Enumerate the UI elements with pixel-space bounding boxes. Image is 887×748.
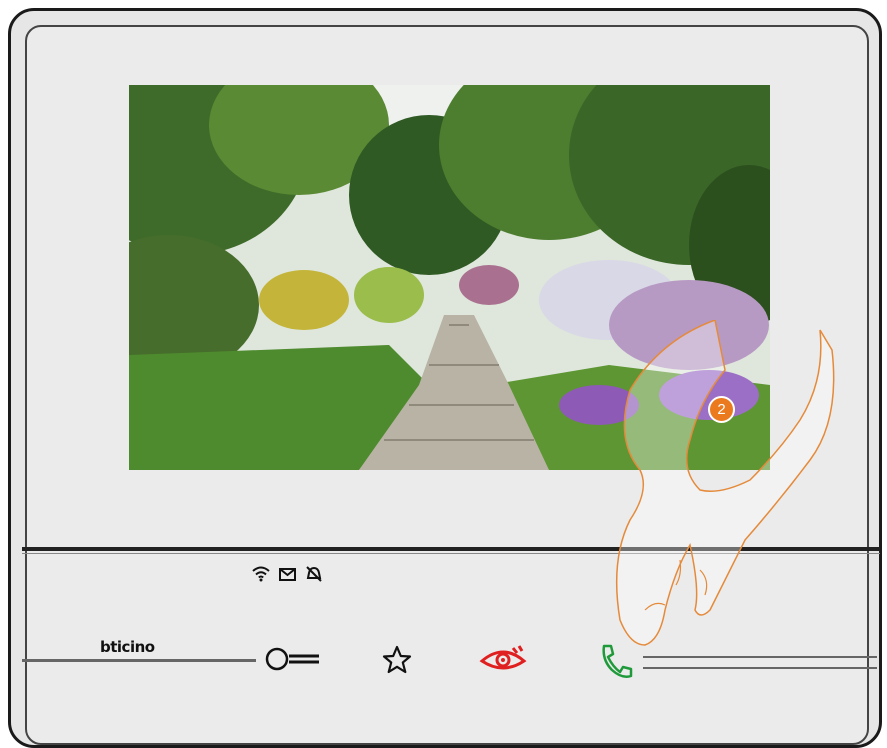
status-bar (252, 566, 323, 587)
key-icon (265, 646, 321, 677)
panel-divider (22, 547, 880, 551)
bell-muted-icon (305, 566, 323, 587)
eye-icon (479, 644, 527, 678)
brand-logo: bticino (100, 638, 155, 656)
wifi-icon (252, 566, 270, 587)
door-lock-button[interactable] (264, 646, 322, 676)
envelope-icon (279, 567, 296, 586)
camera-view-button[interactable] (478, 644, 528, 678)
camera-screen[interactable] (129, 85, 770, 470)
favorites-button[interactable] (380, 645, 414, 679)
strip-line-left (22, 659, 256, 662)
step-callout: 2 (708, 396, 735, 423)
garden-image (129, 85, 770, 470)
strip-line-right-bottom (643, 667, 877, 669)
phone-icon (598, 642, 634, 685)
answer-call-button[interactable] (596, 643, 636, 683)
star-icon (382, 645, 412, 680)
strip-line-right-top (643, 656, 877, 658)
panel-divider-shadow (22, 553, 880, 554)
